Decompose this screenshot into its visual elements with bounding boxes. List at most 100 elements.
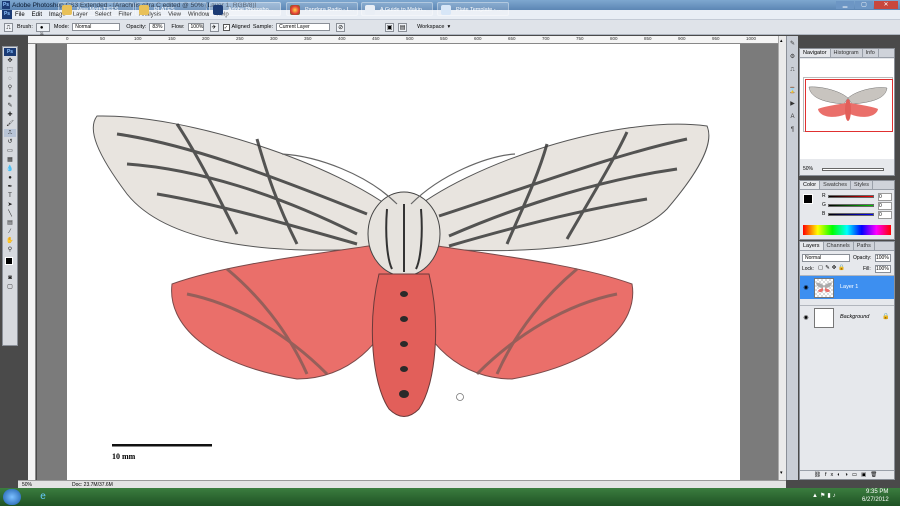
magic-wand-icon[interactable]: ⚲: [4, 84, 16, 92]
tool-presets-icon[interactable]: ⚙: [788, 53, 797, 62]
clock-time[interactable]: 9:35 PM: [866, 489, 888, 495]
close-button[interactable]: ✕: [874, 1, 898, 9]
tool-preset-icon[interactable]: ▣: [385, 22, 395, 32]
menu-edit[interactable]: Edit: [32, 12, 42, 18]
maximize-button[interactable]: ▢: [855, 1, 873, 9]
palette-well-icon[interactable]: ▤: [398, 22, 408, 32]
brush-picker[interactable]: ● 31: [35, 22, 50, 36]
start-button[interactable]: [3, 489, 21, 505]
character-panel-icon[interactable]: A: [788, 113, 797, 122]
history-brush-icon[interactable]: ↺: [4, 138, 16, 146]
channel-b-value[interactable]: 0: [878, 211, 892, 219]
clone-stamp-icon[interactable]: ⎍: [4, 22, 13, 32]
marquee-tool-icon[interactable]: ⬚: [4, 66, 16, 74]
tab-layers[interactable]: Layers: [800, 242, 824, 250]
taskbar-pandora[interactable]: Pandora Radio - L...: [286, 2, 358, 16]
workspace-menu[interactable]: Workspace: [417, 24, 444, 30]
tab-swatches[interactable]: Swatches: [820, 181, 852, 189]
brushes-panel-icon[interactable]: ✎: [788, 40, 797, 49]
navigator-zoom-slider[interactable]: [822, 168, 884, 171]
minimize-button[interactable]: ▁: [836, 1, 854, 9]
mode-select[interactable]: Normal: [72, 23, 121, 31]
taskbar-guide[interactable]: A Guide to Makin...: [361, 2, 433, 16]
color-spectrum[interactable]: [803, 225, 891, 235]
blend-mode-select[interactable]: Normal: [802, 254, 850, 262]
blur-tool-icon[interactable]: 💧: [4, 165, 16, 173]
fill-field[interactable]: 100%: [875, 265, 891, 273]
shape-tool-icon[interactable]: ╲: [4, 210, 16, 218]
lasso-tool-icon[interactable]: ◌: [4, 75, 16, 83]
eye-icon[interactable]: ◉: [802, 314, 810, 322]
color-foreground[interactable]: [803, 194, 813, 204]
tab-histogram[interactable]: Histogram: [831, 49, 863, 57]
move-tool-icon[interactable]: ✥: [4, 57, 16, 65]
tab-styles[interactable]: Styles: [851, 181, 873, 189]
gradient-tool-icon[interactable]: ▦: [4, 156, 16, 164]
tab-channels[interactable]: Channels: [824, 242, 854, 250]
healing-brush-icon[interactable]: ✚: [4, 111, 16, 119]
clone-source-icon[interactable]: ⎍: [788, 66, 797, 75]
navigator-zoom[interactable]: 50%: [803, 166, 813, 172]
foreground-color[interactable]: [5, 257, 13, 265]
screen-mode-icon[interactable]: ▢: [4, 283, 16, 291]
clock-date[interactable]: 6/27/2012: [862, 497, 889, 503]
taskbar-plate-template[interactable]: Plate Template - ...: [437, 2, 509, 16]
dodge-tool-icon[interactable]: ●: [4, 174, 16, 182]
channel-b-slider[interactable]: [828, 213, 874, 216]
background-thumbnail: [814, 308, 834, 328]
notes-tool-icon[interactable]: ▤: [4, 219, 16, 227]
layer1-moth-thumb: [816, 282, 832, 293]
sample-select[interactable]: Current Layer: [276, 23, 331, 31]
paragraph-panel-icon[interactable]: ¶: [788, 126, 797, 135]
navigator-view-box[interactable]: [805, 79, 893, 132]
scroll-down-icon[interactable]: ▾: [780, 470, 785, 476]
ie-icon[interactable]: e: [36, 490, 50, 504]
navigator-thumbnail[interactable]: [803, 77, 893, 132]
hand-tool-icon[interactable]: ✋: [4, 237, 16, 245]
lock-icons[interactable]: ▢✎✥🔒: [818, 265, 847, 271]
slice-tool-icon[interactable]: ✎: [4, 102, 16, 110]
taskbar-new-moth-tiffs[interactable]: New Moth TIFFS: [58, 2, 134, 16]
background-name[interactable]: Background: [840, 314, 869, 320]
layer-row-background[interactable]: ◉ Background 🔒: [800, 305, 894, 329]
channel-g-value[interactable]: 0: [878, 202, 892, 210]
taskbar-plates[interactable]: PLATES: [135, 2, 207, 16]
quick-mask-icon[interactable]: ◙: [4, 274, 16, 282]
eraser-tool-icon[interactable]: ▭: [4, 147, 16, 155]
brush-tool-icon[interactable]: 🖌: [4, 120, 16, 128]
vertical-scrollbar[interactable]: ▴ ▾: [778, 36, 786, 480]
layers-footer-icons[interactable]: ⛓fx◐◑▭▣🗑: [800, 470, 894, 479]
document-canvas[interactable]: 10 mm: [67, 44, 740, 480]
color-swatches[interactable]: [4, 255, 16, 273]
flow-field[interactable]: 100%: [187, 23, 204, 31]
channel-g-slider[interactable]: [828, 204, 874, 207]
layer-row-layer1[interactable]: ◉ Layer 1: [800, 275, 894, 299]
tab-navigator[interactable]: Navigator: [800, 49, 831, 57]
ps-menu-icon[interactable]: Ps: [2, 10, 12, 19]
scroll-up-icon[interactable]: ▴: [780, 38, 785, 44]
channel-r-slider[interactable]: [828, 195, 874, 198]
tab-paths[interactable]: Paths: [854, 242, 875, 250]
layer1-name[interactable]: Layer 1: [840, 284, 858, 290]
taskbar-photoshop[interactable]: Adobe Photosho...: [209, 2, 281, 16]
tab-color[interactable]: Color: [800, 181, 821, 189]
tray-icons[interactable]: ▲⚑▮♪: [812, 492, 862, 499]
tab-info[interactable]: Info: [863, 49, 879, 57]
zoom-tool-icon[interactable]: ⚲: [4, 246, 16, 254]
pen-tool-icon[interactable]: ✒: [4, 183, 16, 191]
actions-panel-icon[interactable]: ▶: [788, 100, 797, 109]
clone-stamp-tool-icon[interactable]: ⎍: [4, 129, 16, 137]
layer-opacity-field[interactable]: 100%: [875, 254, 891, 262]
opacity-field[interactable]: 83%: [149, 23, 166, 31]
channel-r-value[interactable]: 0: [878, 193, 892, 201]
crop-tool-icon[interactable]: ⌗: [4, 93, 16, 101]
eyedropper-tool-icon[interactable]: ⁄: [4, 228, 16, 236]
eye-icon[interactable]: ◉: [802, 284, 810, 292]
ignore-adjustment-icon[interactable]: ⊘: [336, 22, 346, 32]
airbrush-icon[interactable]: ✈: [209, 22, 219, 32]
menu-file[interactable]: File: [15, 12, 25, 18]
path-selection-icon[interactable]: ➤: [4, 201, 16, 209]
aligned-checkbox[interactable]: ✓: [222, 23, 230, 31]
history-panel-icon[interactable]: ⌛: [788, 87, 797, 96]
type-tool-icon[interactable]: T: [4, 192, 16, 200]
